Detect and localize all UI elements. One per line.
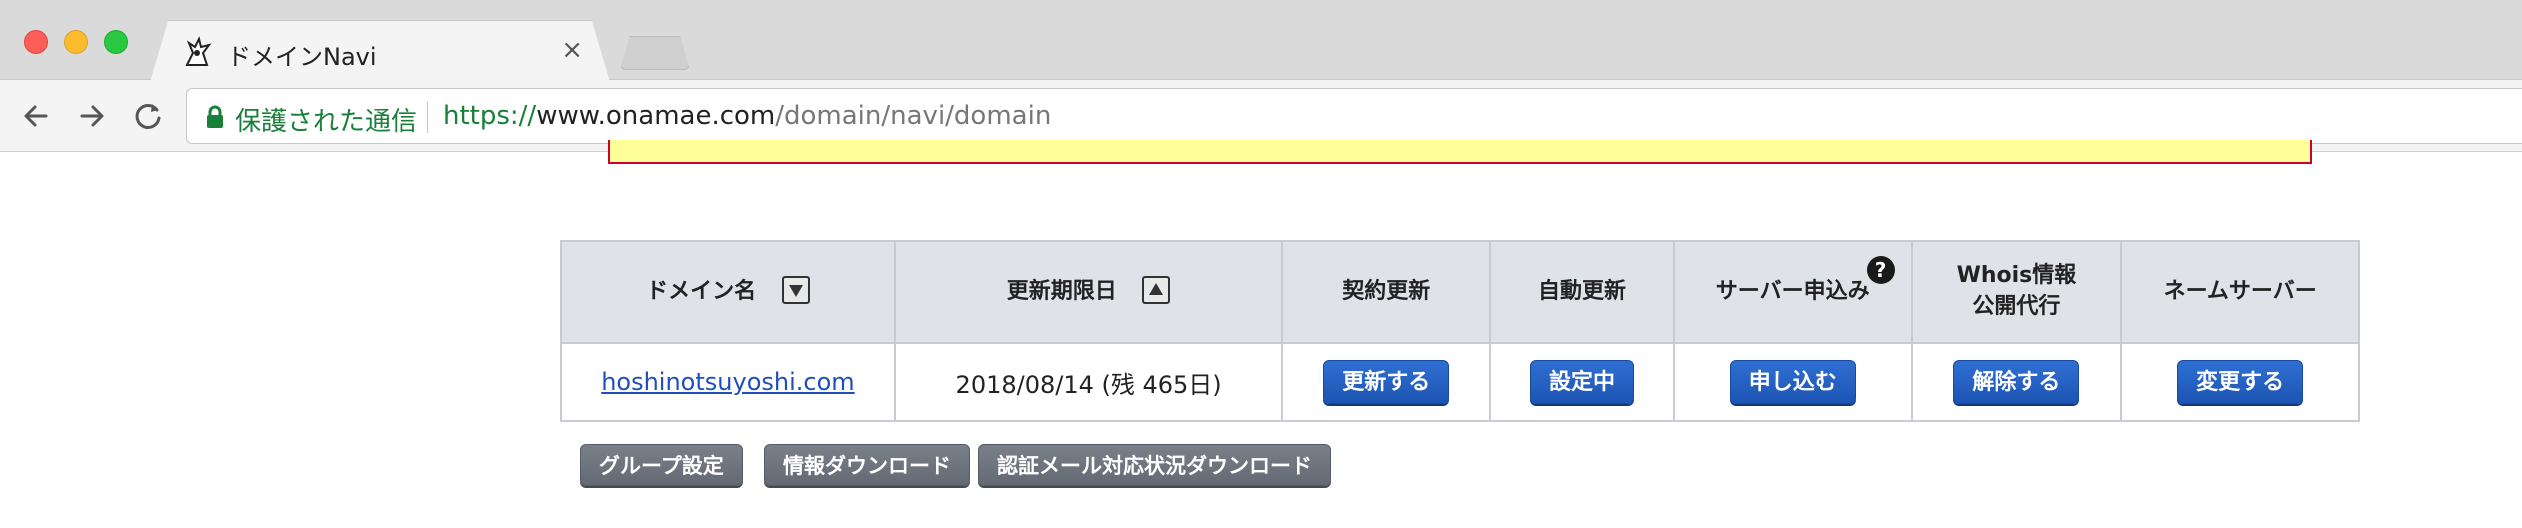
help-icon[interactable]: ? — [1866, 256, 1895, 284]
table-header-row: ドメイン名 更新期限日 契約更新 自動更新 サーバー申込み ? Whois情報 … — [560, 240, 2360, 344]
cell-domain: hoshinotsuyoshi.com — [560, 342, 896, 422]
domain-table: ドメイン名 更新期限日 契約更新 自動更新 サーバー申込み ? Whois情報 … — [560, 240, 2360, 422]
tab-close-icon[interactable]: × — [561, 35, 583, 65]
header-server-label: サーバー申込み — [1715, 278, 1870, 304]
header-renew: 契約更新 — [1281, 240, 1492, 344]
domain-link[interactable]: hoshinotsuyoshi.com — [601, 368, 854, 396]
info-download-button[interactable]: 情報ダウンロード — [764, 444, 970, 486]
header-auto-renew: 自動更新 — [1489, 240, 1675, 344]
sort-desc-icon[interactable] — [781, 275, 810, 304]
lock-icon — [207, 105, 223, 128]
url-text: https://www.onamae.com/domain/navi/domai… — [443, 101, 1051, 131]
cell-nameserver: 変更する — [2120, 342, 2360, 422]
header-whois-line2: 公開代行 — [1972, 294, 2061, 319]
notice-box — [608, 140, 2312, 164]
table-row: hoshinotsuyoshi.com 2018/08/14 (残 465日) … — [560, 342, 2360, 422]
header-nameserver: ネームサーバー — [2120, 240, 2360, 344]
browser-titlebar: ドメインNavi × — [0, 0, 2522, 82]
renew-button[interactable]: 更新する — [1323, 360, 1450, 404]
secure-connection-label: 保護された通信 — [235, 107, 418, 137]
cell-expiry: 2018/08/14 (残 465日) — [893, 342, 1284, 422]
sort-asc-icon[interactable] — [1142, 275, 1171, 304]
window-close-button[interactable] — [24, 30, 48, 54]
forward-arrow-icon[interactable] — [74, 98, 110, 134]
url-scheme: https:// — [443, 101, 537, 131]
new-tab-button[interactable] — [620, 36, 690, 70]
back-arrow-icon[interactable] — [18, 98, 54, 134]
whois-cancel-button[interactable]: 解除する — [1953, 360, 2080, 404]
url-path: /domain/navi/domain — [775, 101, 1052, 131]
nameserver-change-button[interactable]: 変更する — [2177, 360, 2304, 404]
url-host: www.onamae.com — [536, 101, 776, 131]
header-whois: Whois情報 公開代行 — [1910, 240, 2123, 344]
tab-title: ドメインNavi — [227, 43, 377, 71]
browser-tab-active[interactable]: ドメインNavi × — [150, 20, 610, 82]
header-expiry-label: 更新期限日 — [1006, 278, 1117, 304]
cell-server: 申し込む — [1672, 342, 1913, 422]
window-zoom-button[interactable] — [104, 30, 128, 54]
header-expiry[interactable]: 更新期限日 — [893, 240, 1284, 344]
window-minimize-button[interactable] — [64, 30, 88, 54]
address-bar-divider — [427, 101, 428, 133]
reload-icon[interactable] — [130, 98, 166, 134]
auth-mail-download-button[interactable]: 認証メール対応状況ダウンロード — [978, 444, 1331, 486]
cell-renew: 更新する — [1281, 342, 1492, 422]
onamae-favicon-icon — [185, 36, 212, 66]
server-apply-button[interactable]: 申し込む — [1729, 360, 1856, 404]
header-whois-line1: Whois情報 — [1956, 263, 2077, 289]
header-server: サーバー申込み ? — [1672, 240, 1913, 344]
header-domain-label: ドメイン名 — [646, 278, 757, 304]
group-settings-button[interactable]: グループ設定 — [580, 444, 743, 486]
header-domain[interactable]: ドメイン名 — [560, 240, 896, 344]
cell-auto-renew: 設定中 — [1489, 342, 1675, 422]
auto-renew-button[interactable]: 設定中 — [1529, 360, 1634, 404]
cell-whois: 解除する — [1910, 342, 2123, 422]
address-bar[interactable]: 保護された通信 https://www.onamae.com/domain/na… — [186, 88, 2522, 144]
